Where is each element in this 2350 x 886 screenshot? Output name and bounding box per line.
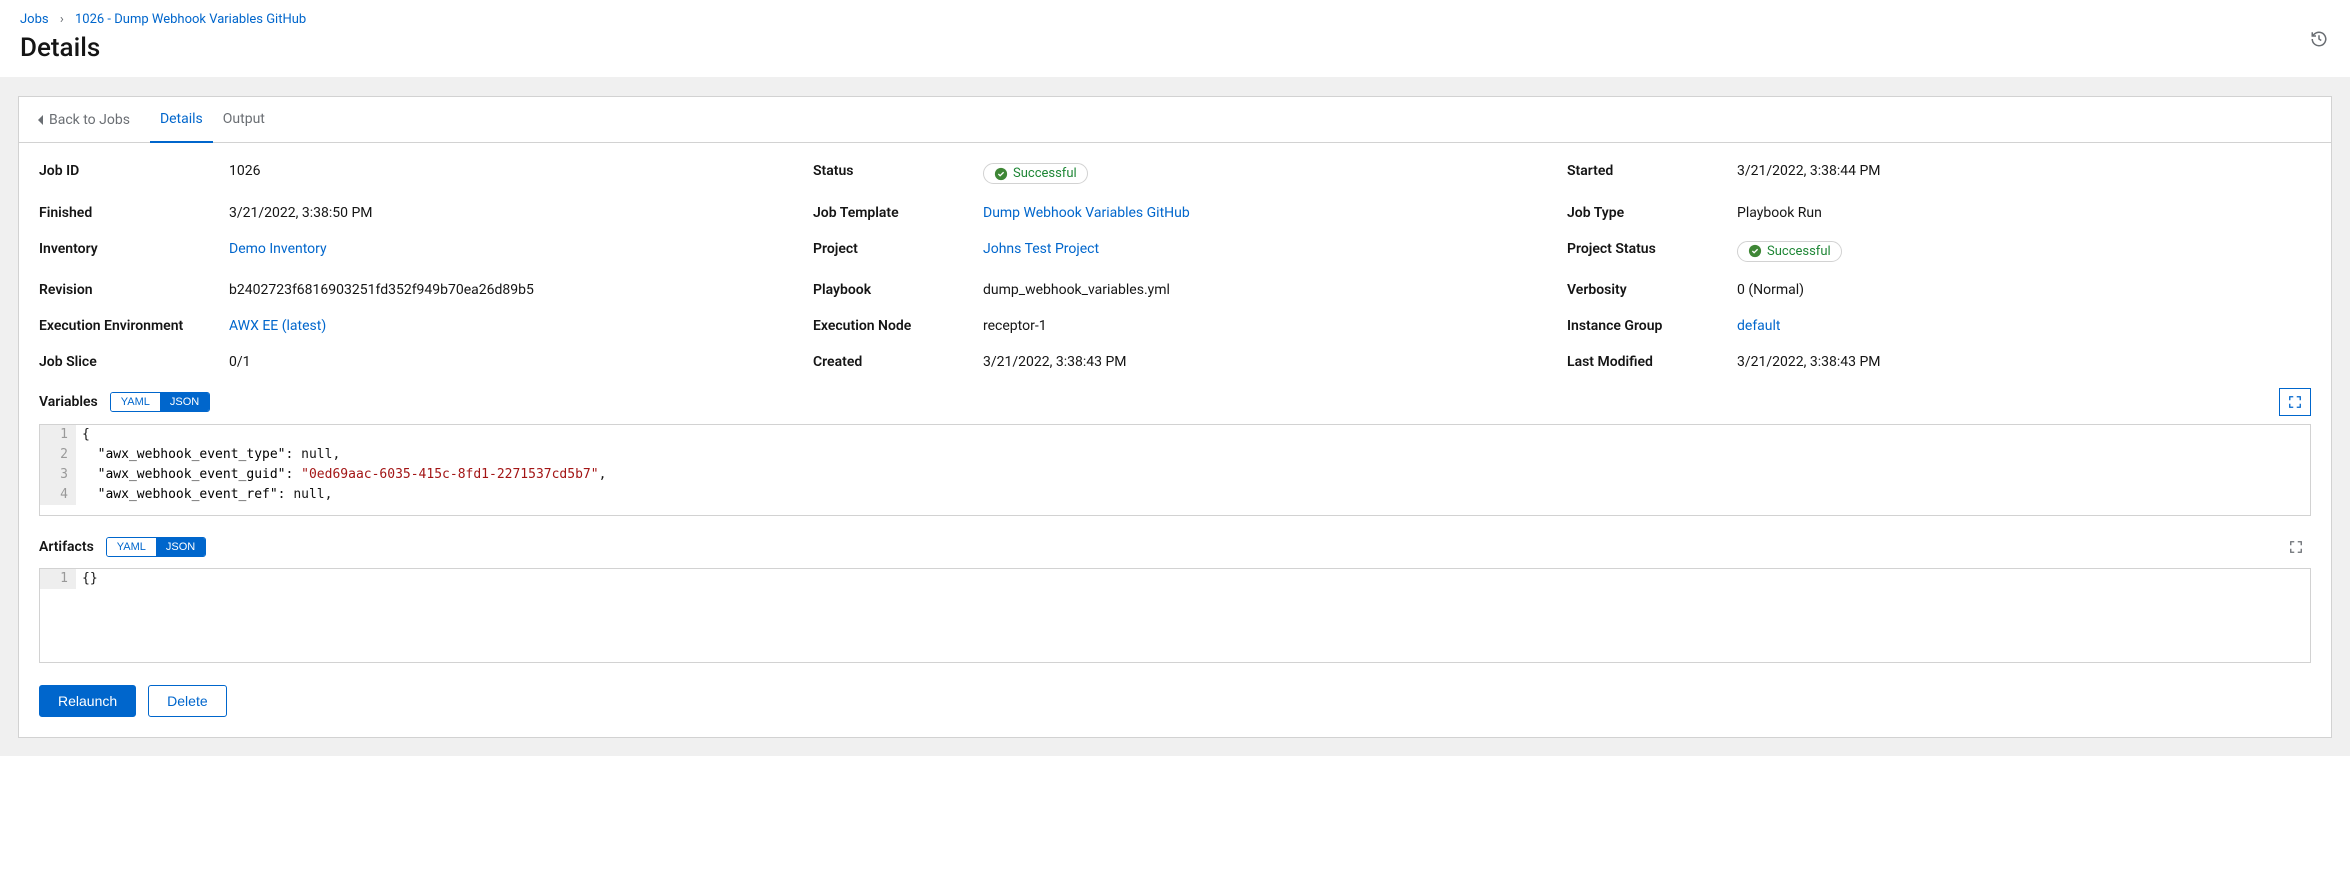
label-instance-group: Instance Group (1567, 318, 1727, 334)
value-project: Johns Test Project (983, 241, 1557, 263)
label-last-modified: Last Modified (1567, 354, 1727, 370)
artifacts-format-toggle: YAML JSON (106, 537, 206, 557)
label-project-status: Project Status (1567, 241, 1727, 263)
variables-json-toggle[interactable]: JSON (160, 393, 209, 411)
success-icon (1748, 244, 1762, 258)
details-content: Job ID 1026 Status Successful Started 3/… (19, 143, 2331, 737)
label-exec-env: Execution Environment (39, 318, 219, 334)
value-status: Successful (983, 163, 1557, 185)
breadcrumb-root-link[interactable]: Jobs (20, 12, 49, 27)
label-finished: Finished (39, 205, 219, 221)
tabs-bar: Back to Jobs Details Output (19, 97, 2331, 143)
relaunch-button[interactable]: Relaunch (39, 685, 136, 717)
project-status-text: Successful (1767, 244, 1831, 259)
page-header: Jobs › 1026 - Dump Webhook Variables Git… (0, 0, 2350, 78)
value-job-id: 1026 (229, 163, 803, 185)
artifacts-editor[interactable]: 1{} (39, 568, 2311, 663)
back-to-jobs-link[interactable]: Back to Jobs (37, 98, 140, 142)
breadcrumb: Jobs › 1026 - Dump Webhook Variables Git… (20, 12, 2330, 27)
exec-env-link[interactable]: AWX EE (latest) (229, 318, 326, 334)
label-status: Status (813, 163, 973, 185)
value-revision: b2402723f6816903251fd352f949b70ea26d89b5 (229, 282, 803, 298)
instance-group-link[interactable]: default (1737, 318, 1781, 334)
page-body: Back to Jobs Details Output Job ID 1026 … (0, 78, 2350, 756)
success-icon (994, 167, 1008, 181)
job-template-link[interactable]: Dump Webhook Variables GitHub (983, 205, 1190, 221)
label-playbook: Playbook (813, 282, 973, 298)
label-verbosity: Verbosity (1567, 282, 1727, 298)
value-verbosity: 0 (Normal) (1737, 282, 2311, 298)
project-status-badge: Successful (1737, 241, 1842, 262)
history-icon[interactable] (2310, 30, 2328, 48)
variables-format-toggle: YAML JSON (110, 392, 210, 412)
details-card: Back to Jobs Details Output Job ID 1026 … (18, 96, 2332, 738)
value-started: 3/21/2022, 3:38:44 PM (1737, 163, 2311, 185)
value-project-status: Successful (1737, 241, 2311, 263)
inventory-link[interactable]: Demo Inventory (229, 241, 327, 257)
label-job-template: Job Template (813, 205, 973, 221)
label-job-id: Job ID (39, 163, 219, 185)
status-text: Successful (1013, 166, 1077, 181)
project-link[interactable]: Johns Test Project (983, 241, 1099, 257)
artifacts-yaml-toggle[interactable]: YAML (107, 538, 156, 556)
label-inventory: Inventory (39, 241, 219, 263)
label-created: Created (813, 354, 973, 370)
status-badge: Successful (983, 163, 1088, 184)
back-label: Back to Jobs (49, 112, 130, 128)
value-exec-env: AWX EE (latest) (229, 318, 803, 334)
label-revision: Revision (39, 282, 219, 298)
label-started: Started (1567, 163, 1727, 185)
artifacts-json-toggle[interactable]: JSON (156, 538, 205, 556)
label-job-type: Job Type (1567, 205, 1727, 221)
label-project: Project (813, 241, 973, 263)
value-job-type: Playbook Run (1737, 205, 2311, 221)
value-job-slice: 0/1 (229, 354, 803, 370)
page-title: Details (20, 33, 2330, 63)
artifacts-header-row: Artifacts YAML JSON (39, 534, 2311, 560)
chevron-left-icon (37, 115, 45, 125)
label-exec-node: Execution Node (813, 318, 973, 334)
details-grid: Job ID 1026 Status Successful Started 3/… (39, 163, 2311, 370)
variables-header-row: Variables YAML JSON (39, 388, 2311, 416)
value-finished: 3/21/2022, 3:38:50 PM (229, 205, 803, 221)
value-created: 3/21/2022, 3:38:43 PM (983, 354, 1557, 370)
artifacts-expand-button[interactable] (2281, 534, 2311, 560)
value-inventory: Demo Inventory (229, 241, 803, 263)
variables-yaml-toggle[interactable]: YAML (111, 393, 160, 411)
action-buttons: Relaunch Delete (39, 685, 2311, 717)
value-exec-node: receptor-1 (983, 318, 1557, 334)
tab-output[interactable]: Output (213, 97, 275, 143)
label-job-slice: Job Slice (39, 354, 219, 370)
variables-editor[interactable]: 1{2 "awx_webhook_event_type": null,3 "aw… (39, 424, 2311, 516)
breadcrumb-separator: › (60, 12, 64, 27)
artifacts-label: Artifacts (39, 539, 94, 555)
value-playbook: dump_webhook_variables.yml (983, 282, 1557, 298)
delete-button[interactable]: Delete (148, 685, 226, 717)
variables-expand-button[interactable] (2279, 388, 2311, 416)
value-last-modified: 3/21/2022, 3:38:43 PM (1737, 354, 2311, 370)
value-job-template: Dump Webhook Variables GitHub (983, 205, 1557, 221)
tab-details[interactable]: Details (150, 97, 213, 143)
value-instance-group: default (1737, 318, 2311, 334)
breadcrumb-current-link[interactable]: 1026 - Dump Webhook Variables GitHub (75, 12, 306, 27)
variables-label: Variables (39, 394, 98, 410)
